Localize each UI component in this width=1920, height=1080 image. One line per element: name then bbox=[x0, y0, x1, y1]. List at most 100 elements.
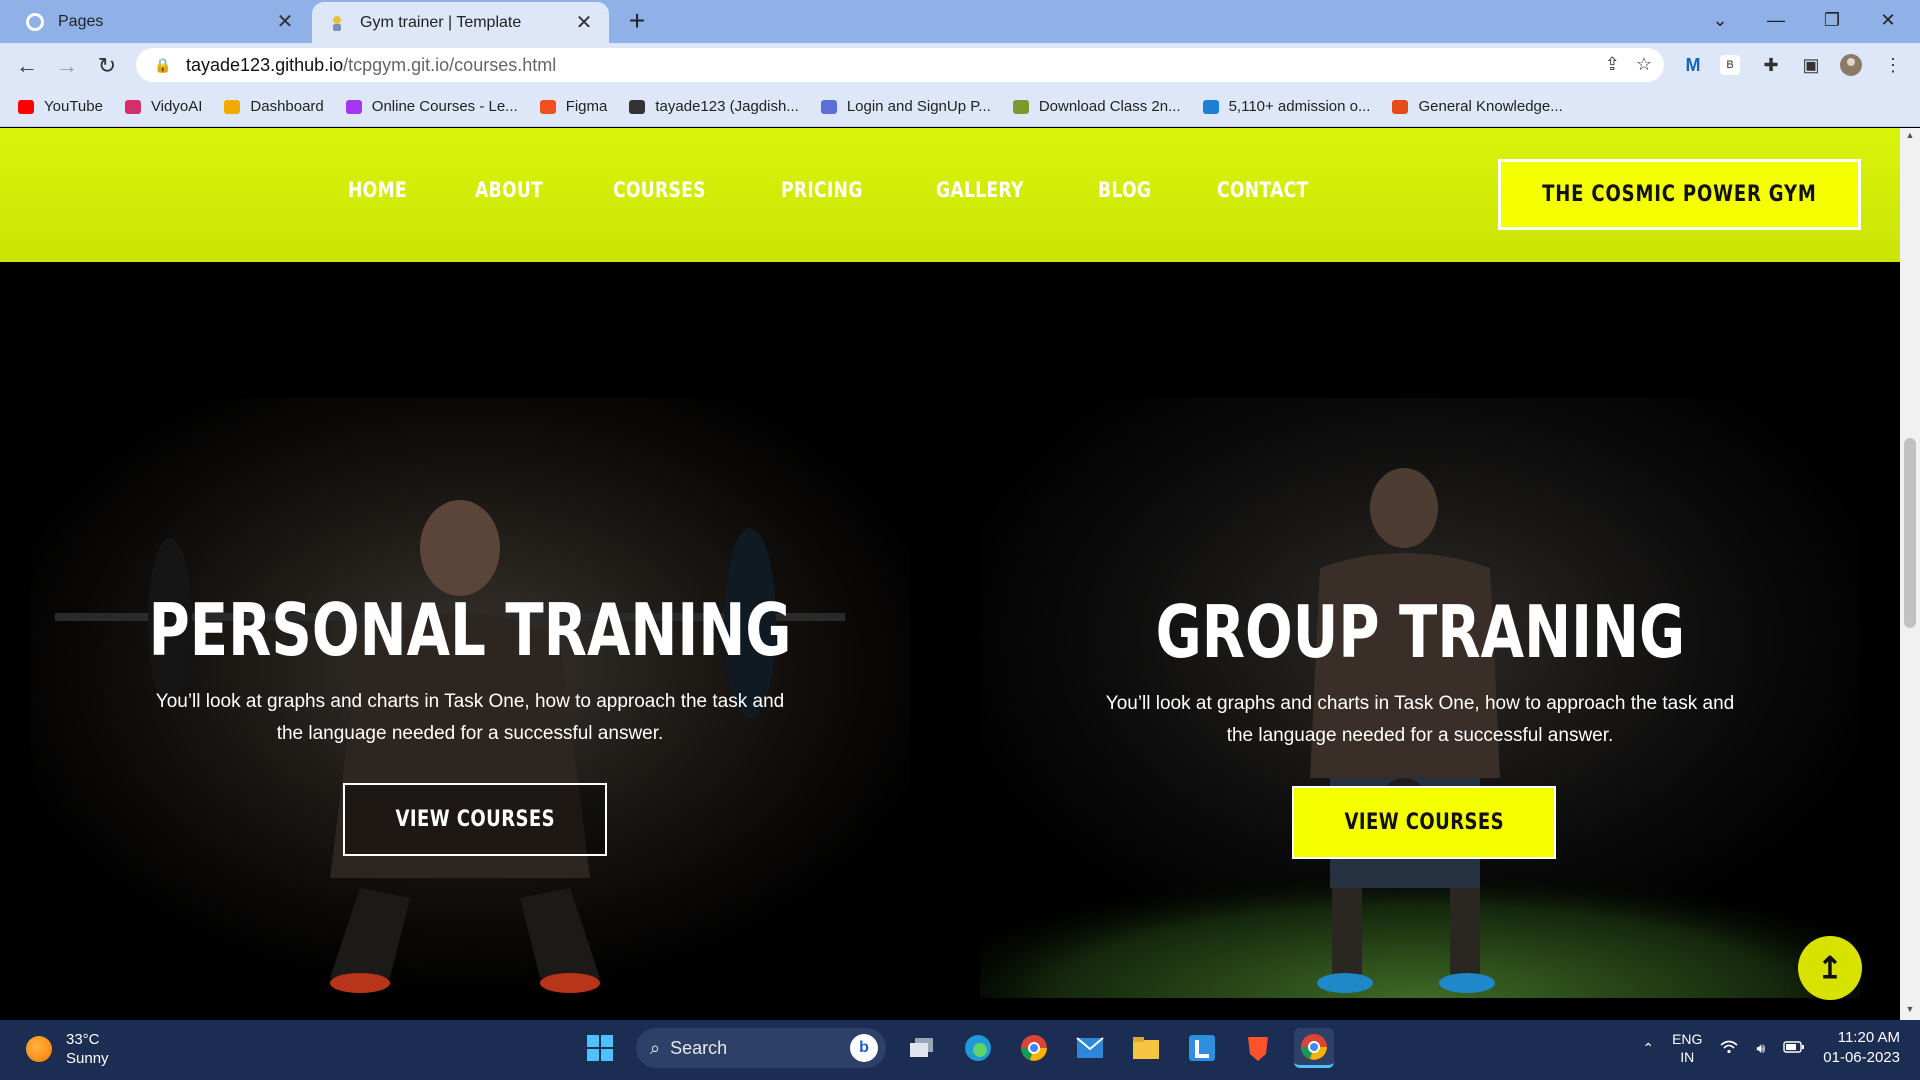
nav-pricing[interactable]: PRICING bbox=[781, 178, 863, 202]
github-icon bbox=[627, 98, 647, 116]
puzzle-icon[interactable]: ✚ bbox=[1758, 52, 1784, 78]
page-viewport: HOME ABOUT COURSES PRICING GALLERY BLOG … bbox=[0, 128, 1900, 1020]
avatar[interactable] bbox=[1838, 52, 1864, 78]
bookmark-item[interactable]: Login and SignUp P... bbox=[819, 98, 991, 116]
brand-button[interactable]: THE COSMIC POWER GYM bbox=[1498, 159, 1861, 230]
card-desc-line1: You’ll look at graphs and charts in Task… bbox=[1105, 693, 1735, 714]
extension-b-icon[interactable]: B bbox=[1720, 55, 1740, 75]
edge-icon[interactable] bbox=[958, 1028, 998, 1068]
bookmark-item[interactable]: Figma bbox=[538, 98, 608, 116]
bookmark-label: VidyoAI bbox=[150, 98, 203, 115]
scroll-thumb[interactable] bbox=[1904, 438, 1916, 628]
page-scrollbar[interactable]: ▲ ▼ bbox=[1900, 128, 1920, 1020]
page-icon bbox=[819, 98, 839, 116]
bookmark-label: YouTube bbox=[44, 98, 103, 115]
tab-gym-trainer[interactable]: Gym trainer | Template ✕ bbox=[312, 2, 609, 43]
personal-training-card: PERSONAL TRANING You’ll look at graphs a… bbox=[30, 398, 910, 998]
close-window-button[interactable]: ✕ bbox=[1860, 0, 1916, 40]
clock[interactable]: 11:20 AM 01-06-2023 bbox=[1823, 1028, 1900, 1068]
card-title: GROUP TRANING bbox=[1155, 590, 1685, 674]
brand-label: THE COSMIC POWER GYM bbox=[1542, 182, 1817, 207]
bookmark-item[interactable]: Dashboard bbox=[222, 98, 324, 116]
github-icon bbox=[24, 11, 46, 33]
tab-search-icon[interactable]: ⌄ bbox=[1692, 0, 1748, 40]
bing-icon[interactable]: b bbox=[850, 1034, 878, 1062]
bookmark-item[interactable]: VidyoAI bbox=[123, 98, 202, 116]
forward-icon[interactable]: → bbox=[52, 51, 82, 81]
weather-condition: Sunny bbox=[66, 1050, 109, 1067]
bookmark-item[interactable]: Online Courses - Le... bbox=[344, 98, 518, 116]
battery-icon[interactable] bbox=[1783, 1040, 1805, 1057]
gk-icon bbox=[1390, 98, 1410, 116]
nav-gallery[interactable]: GALLERY bbox=[936, 178, 1024, 202]
bookmark-item[interactable]: tayade123 (Jagdish... bbox=[627, 98, 799, 116]
search-icon: ⌕ bbox=[650, 1037, 661, 1058]
menu-icon[interactable]: ⋮ bbox=[1880, 52, 1906, 78]
address-bar[interactable]: 🔒 tayade123.github.io/tcpgym.git.io/cour… bbox=[136, 48, 1664, 82]
bookmark-item[interactable]: General Knowledge... bbox=[1390, 98, 1563, 116]
scroll-up-icon[interactable]: ▲ bbox=[1904, 130, 1916, 140]
bookmark-label: Figma bbox=[565, 98, 608, 115]
back-to-top-button[interactable]: ↥ bbox=[1798, 936, 1862, 1000]
file-explorer-icon[interactable] bbox=[1126, 1028, 1166, 1068]
arrow-icon bbox=[1201, 98, 1221, 116]
volume-icon[interactable]: 🔊︎ bbox=[1756, 1040, 1765, 1057]
new-tab-button[interactable]: + bbox=[622, 6, 652, 36]
nav-blog[interactable]: BLOG bbox=[1098, 178, 1151, 202]
restore-button[interactable]: ❐ bbox=[1804, 0, 1860, 40]
udemy-icon bbox=[344, 98, 364, 116]
bookmark-item[interactable]: 5,110+ admission o... bbox=[1201, 98, 1371, 116]
close-icon[interactable]: ✕ bbox=[274, 9, 296, 34]
close-icon[interactable]: ✕ bbox=[573, 10, 595, 35]
minimize-button[interactable]: — bbox=[1748, 0, 1804, 40]
taskbar-search[interactable]: ⌕ Search b bbox=[636, 1028, 886, 1068]
clock-time: 11:20 AM bbox=[1837, 1029, 1900, 1046]
l-app-icon[interactable] bbox=[1182, 1028, 1222, 1068]
url-path: /tcpgym.git.io/courses.html bbox=[343, 54, 557, 75]
chrome-active-icon[interactable] bbox=[1294, 1028, 1334, 1068]
bookmark-label: Dashboard bbox=[250, 98, 324, 115]
bookmark-label: Login and SignUp P... bbox=[846, 98, 991, 115]
bookmark-item[interactable]: Download Class 2n... bbox=[1011, 98, 1181, 116]
sun-icon bbox=[26, 1036, 52, 1062]
nav-contact[interactable]: CONTACT bbox=[1217, 178, 1309, 202]
tab-title: Gym trainer | Template bbox=[360, 13, 522, 31]
sidepanel-icon[interactable]: ▣ bbox=[1798, 52, 1824, 78]
mail-icon[interactable] bbox=[1070, 1028, 1110, 1068]
brave-icon[interactable] bbox=[1238, 1028, 1278, 1068]
lock-icon: 🔒 bbox=[154, 56, 172, 73]
url-host: tayade123.github.io bbox=[186, 54, 344, 75]
nav-home[interactable]: HOME bbox=[348, 178, 407, 202]
view-courses-button[interactable]: VIEW COURSES bbox=[1292, 786, 1556, 859]
scroll-down-icon[interactable]: ▼ bbox=[1904, 1004, 1916, 1014]
nav-about[interactable]: ABOUT bbox=[475, 178, 543, 202]
task-view-icon[interactable] bbox=[902, 1028, 942, 1068]
view-courses-button[interactable]: VIEW COURSES bbox=[343, 783, 607, 856]
windows-taskbar: 33°C Sunny ⌕ Search b ⌃ ENG IN 🔊︎ 11:20 … bbox=[0, 1020, 1920, 1080]
card-desc-line1: You’ll look at graphs and charts in Task… bbox=[155, 691, 785, 712]
back-icon[interactable]: ← bbox=[12, 51, 42, 81]
chevron-up-icon[interactable]: ⌃ bbox=[1642, 1040, 1654, 1057]
bookmark-label: General Knowledge... bbox=[1418, 98, 1563, 115]
chrome-icon[interactable] bbox=[1014, 1028, 1054, 1068]
bookmark-item[interactable]: YouTube bbox=[16, 98, 103, 116]
share-icon[interactable]: ⇪ bbox=[1605, 54, 1620, 75]
star-icon[interactable]: ☆ bbox=[1636, 54, 1652, 75]
language-indicator[interactable]: ENG IN bbox=[1672, 1030, 1702, 1066]
bookmark-label: Online Courses - Le... bbox=[371, 98, 518, 115]
nav-courses[interactable]: COURSES bbox=[613, 178, 706, 202]
group-training-card: GROUP TRANING You’ll look at graphs and … bbox=[980, 398, 1860, 998]
main-nav: HOME ABOUT COURSES PRICING GALLERY BLOG … bbox=[348, 178, 1329, 202]
card-title: PERSONAL TRANING bbox=[148, 588, 792, 672]
windows-start-icon[interactable] bbox=[580, 1028, 620, 1068]
tab-pages[interactable]: Pages ✕ bbox=[10, 0, 310, 43]
weather-temp: 33°C bbox=[66, 1031, 100, 1048]
bookmark-label: 5,110+ admission o... bbox=[1228, 98, 1371, 115]
malwarebytes-icon[interactable]: M bbox=[1680, 52, 1706, 78]
wifi-icon[interactable] bbox=[1720, 1040, 1738, 1057]
reload-icon[interactable]: ↻ bbox=[92, 51, 122, 81]
weather-widget[interactable]: 33°C Sunny bbox=[26, 1030, 109, 1068]
youtube-icon bbox=[16, 98, 36, 116]
vidyoai-icon bbox=[123, 98, 143, 116]
site-header: HOME ABOUT COURSES PRICING GALLERY BLOG … bbox=[0, 128, 1900, 262]
